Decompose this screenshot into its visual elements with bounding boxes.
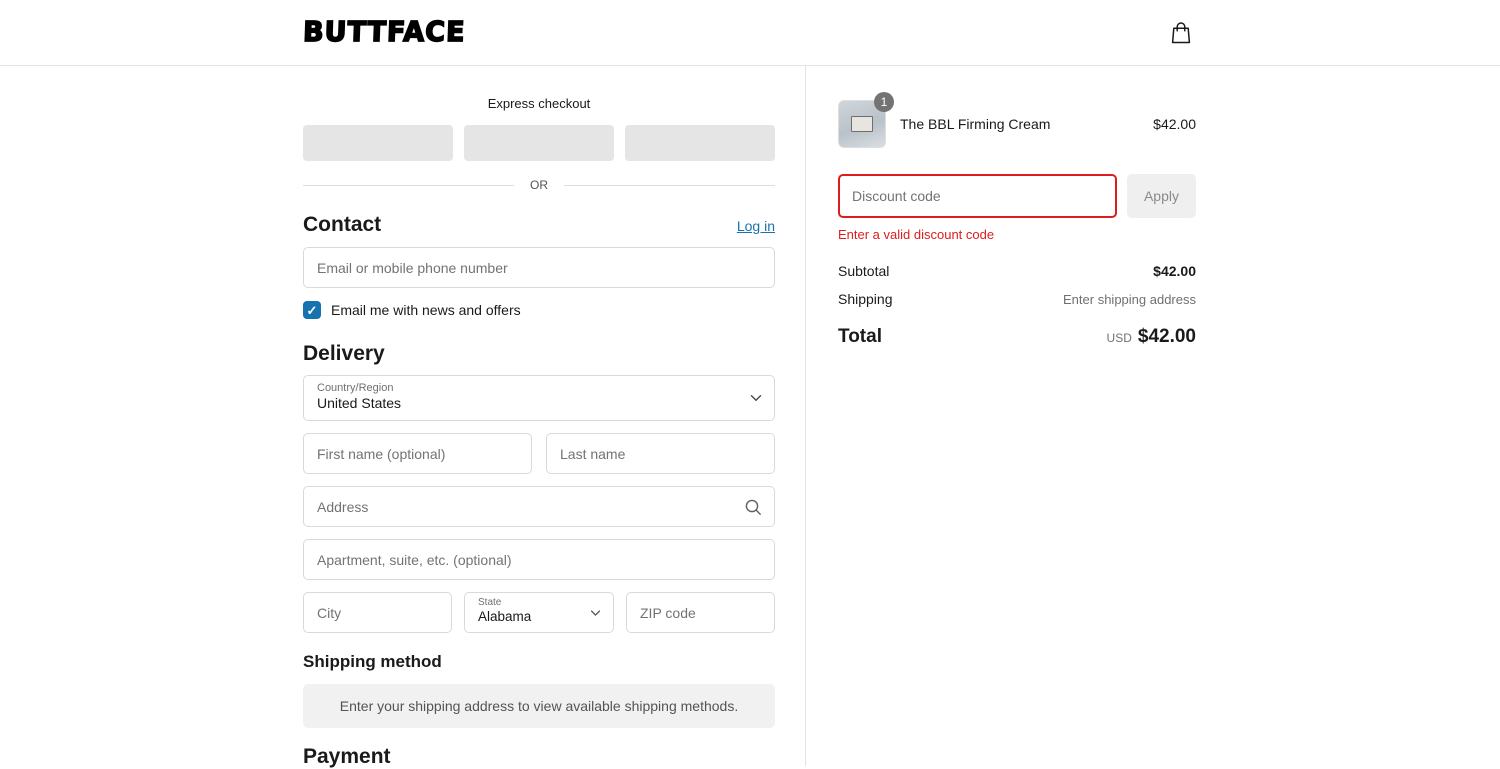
first-name-field[interactable] — [303, 433, 532, 474]
shipping-method-notice: Enter your shipping address to view avai… — [303, 684, 775, 728]
discount-error-message: Enter a valid discount code — [838, 227, 995, 242]
contact-heading: Contact — [303, 213, 382, 236]
newsletter-optin[interactable]: ✓ Email me with news and offers — [303, 301, 775, 319]
cart-button[interactable] — [1166, 17, 1196, 49]
state-select-value: Alabama — [478, 609, 532, 624]
shipping-value: Enter shipping address — [1063, 292, 1196, 307]
checkout-main: Express checkout OR Contact Log in ✓ — [0, 66, 1500, 768]
shipping-label: Shipping — [838, 291, 893, 307]
cart-line-item: 1 The BBL Firming Cream $42.00 — [838, 92, 1196, 148]
checkout-header: BUTTFACE — [0, 0, 1500, 66]
total-label: Total — [838, 326, 882, 347]
chevron-down-icon — [750, 394, 762, 402]
express-wallet-button-2[interactable] — [464, 125, 614, 161]
subtotal-row: Subtotal $42.00 — [838, 263, 1196, 279]
country-select-label: Country/Region — [317, 382, 394, 394]
total-value: $42.00 — [1137, 326, 1196, 347]
shipping-method-heading: Shipping method — [303, 652, 442, 671]
zip-code-field[interactable] — [626, 592, 775, 633]
total-row: Total USD $42.00 — [838, 326, 1196, 348]
quantity-badge: 1 — [874, 92, 894, 112]
bag-icon — [1171, 21, 1191, 43]
product-title: The BBL Firming Cream — [900, 116, 1051, 132]
apply-discount-button[interactable]: Apply — [1126, 174, 1196, 218]
delivery-heading: Delivery — [303, 342, 385, 365]
email-field[interactable] — [303, 247, 775, 288]
country-select-value: United States — [317, 395, 402, 411]
state-select-label: State — [478, 597, 502, 608]
express-checkout-title: Express checkout — [487, 96, 591, 111]
divider-label: OR — [530, 178, 548, 192]
currency-code: USD — [1106, 331, 1132, 345]
login-link[interactable]: Log in — [737, 218, 775, 234]
last-name-field[interactable] — [546, 433, 775, 474]
product-price: $42.00 — [1153, 116, 1196, 132]
city-field[interactable] — [303, 592, 452, 633]
express-wallet-buttons — [303, 125, 775, 161]
shipping-row: Shipping Enter shipping address — [838, 291, 1196, 307]
divider-line-right — [564, 184, 775, 186]
country-select[interactable]: Country/Region United States — [303, 375, 775, 421]
express-wallet-button-3[interactable] — [625, 125, 775, 161]
order-summary: 1 The BBL Firming Cream $42.00 Apply Ent… — [805, 66, 1500, 766]
store-logo[interactable]: BUTTFACE — [302, 16, 467, 49]
product-image — [851, 116, 873, 132]
newsletter-label: Email me with news and offers — [331, 302, 521, 318]
apartment-field[interactable] — [303, 539, 775, 580]
divider-line-left — [303, 184, 514, 186]
chevron-down-icon — [590, 609, 601, 616]
subtotal-value: $42.00 — [1153, 263, 1196, 279]
or-divider: OR — [303, 178, 775, 192]
address-field[interactable] — [303, 486, 775, 527]
checkout-form-column: Express checkout OR Contact Log in ✓ — [0, 66, 805, 768]
express-wallet-button-1[interactable] — [303, 125, 453, 161]
payment-heading: Payment — [303, 745, 391, 768]
discount-code-input[interactable] — [838, 174, 1117, 218]
checkmark-icon: ✓ — [306, 302, 318, 318]
subtotal-label: Subtotal — [838, 263, 890, 279]
newsletter-checkbox[interactable]: ✓ — [303, 301, 321, 319]
state-select[interactable]: State Alabama — [464, 592, 614, 633]
